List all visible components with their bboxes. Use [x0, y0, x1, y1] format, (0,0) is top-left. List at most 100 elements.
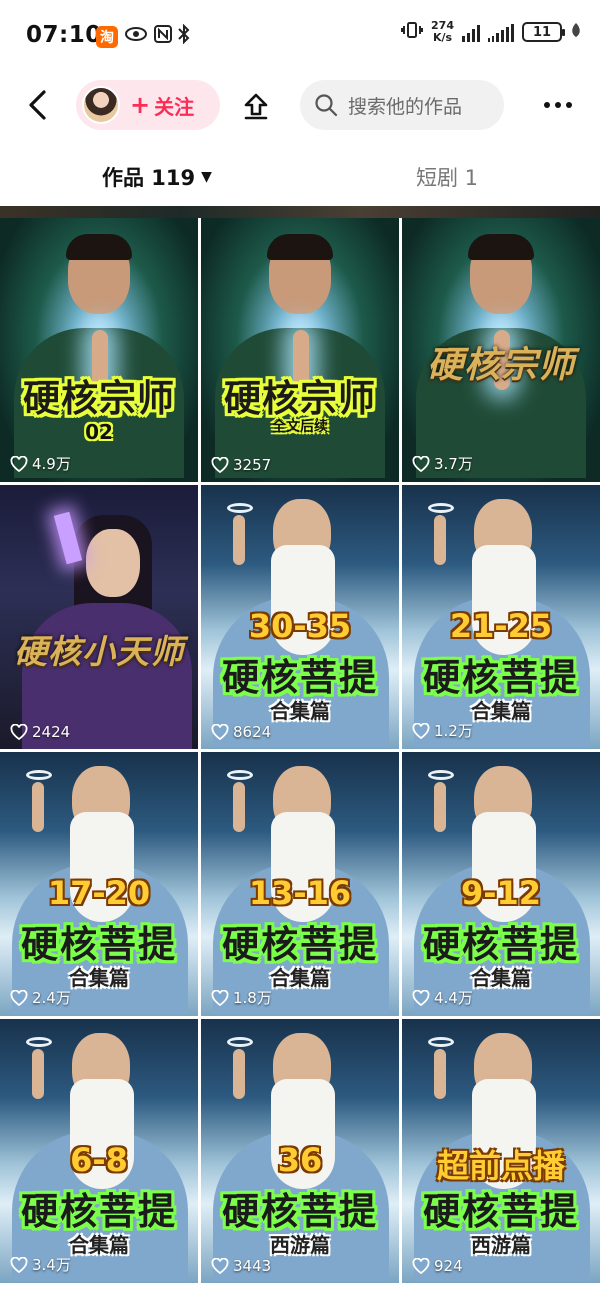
cover-subtitle: 全文后续 — [272, 419, 328, 435]
like-count-value: 3443 — [233, 1257, 272, 1275]
like-count-value: 1.2万 — [434, 722, 473, 740]
video-tile[interactable]: 硬核小天师 2424 — [0, 485, 198, 749]
episode-range-label: 13-16 — [248, 874, 352, 912]
like-count: 4.9万 — [10, 453, 71, 474]
like-count-value: 2424 — [32, 723, 71, 741]
like-count-value: 3.7万 — [434, 455, 473, 473]
like-count-value: 4.4万 — [434, 989, 473, 1007]
share-button[interactable] — [236, 86, 276, 126]
more-options-button[interactable] — [536, 88, 580, 122]
video-tile[interactable]: 硬核宗师 3.7万 — [402, 218, 600, 482]
like-count-value: 8624 — [233, 723, 272, 741]
video-tile[interactable]: 36 硬核菩提 西游篇 3443 — [201, 1019, 399, 1283]
like-count-value: 3.4万 — [32, 1256, 71, 1274]
thumbnail-image — [0, 485, 198, 749]
like-count: 3.4万 — [10, 1254, 71, 1275]
cover-title: 硬核宗师 — [426, 345, 575, 386]
like-count: 3443 — [211, 1257, 271, 1275]
dot-icon — [544, 102, 550, 108]
episode-range-label: 21-25 — [449, 607, 553, 645]
video-tile[interactable]: 超前点播 硬核菩提 西游篇 924 — [402, 1019, 600, 1283]
heart-icon — [10, 1256, 28, 1273]
video-tile[interactable]: 30-35 硬核菩提 合集篇 8624 — [201, 485, 399, 749]
cover-title: 硬核菩提 — [423, 923, 579, 966]
content-tabs: 作品 119 ▼ 短剧 1 — [0, 140, 600, 206]
cover-title: 硬核菩提 — [21, 923, 177, 966]
heart-icon — [10, 724, 28, 740]
nav-bar: + 关注 搜索他的作品 — [0, 70, 600, 140]
status-right-icons: 274 K/s 11 — [401, 20, 582, 44]
heart-icon — [412, 1258, 430, 1274]
status-bar: 07:10 淘 274 K/s 11 — [0, 0, 600, 70]
video-tile[interactable]: 13-16 硬核菩提 合集篇 1.8万 — [201, 752, 399, 1016]
heart-icon — [211, 989, 229, 1006]
cover-subtitle: 西游篇 — [270, 1233, 330, 1257]
like-count-value: 2.4万 — [32, 989, 71, 1007]
status-left-icons: 淘 — [96, 23, 190, 50]
avatar[interactable] — [82, 86, 120, 124]
net-speed: 274 K/s — [431, 20, 454, 44]
video-tile[interactable]: 17-20 硬核菩提 合集篇 2.4万 — [0, 752, 198, 1016]
signal-icon — [462, 22, 480, 42]
tab-works-label: 作品 119 — [102, 166, 196, 190]
like-count: 3.7万 — [412, 453, 473, 474]
thumbnail-image — [201, 218, 399, 482]
search-placeholder: 搜索他的作品 — [348, 95, 463, 118]
follow-label: 关注 — [154, 94, 195, 119]
cover-title: 硬核菩提 — [423, 656, 579, 699]
like-count: 8624 — [211, 723, 271, 741]
like-count-value: 924 — [434, 1257, 463, 1275]
eye-icon — [124, 26, 148, 48]
video-tile[interactable]: 21-25 硬核菩提 合集篇 1.2万 — [402, 485, 600, 749]
heart-icon — [211, 724, 229, 740]
status-time: 07:10 — [26, 22, 102, 48]
back-arrow-icon — [29, 90, 46, 120]
bluetooth-icon — [178, 23, 190, 50]
episode-range-label: 17-20 — [47, 874, 151, 912]
dot-icon — [555, 102, 561, 108]
cover-subtitle: 02 — [85, 420, 113, 444]
follow-button[interactable]: + 关注 — [76, 80, 220, 130]
video-tile[interactable]: 硬核宗师 全文后续 3257 — [201, 218, 399, 482]
cover-subtitle: 合集篇 — [270, 699, 330, 723]
cover-title: 硬核宗师 — [224, 377, 376, 420]
heart-icon — [211, 1258, 229, 1274]
episode-range-label: 9-12 — [460, 874, 542, 912]
video-tile[interactable]: 硬核宗师 02 4.9万 — [0, 218, 198, 482]
episode-range-label: 36 — [277, 1141, 323, 1179]
cover-title: 硬核菩提 — [222, 1190, 378, 1233]
cover-title: 硬核菩提 — [222, 656, 378, 699]
follow-label-wrap: + 关注 — [130, 91, 194, 120]
like-count: 2424 — [10, 723, 70, 741]
episode-range-label: 30-35 — [248, 607, 352, 645]
cover-title: 硬核菩提 — [21, 1190, 177, 1233]
like-count: 1.2万 — [412, 720, 473, 741]
share-icon — [244, 93, 268, 120]
tab-shorts-label: 短剧 1 — [416, 166, 479, 190]
heart-icon — [412, 455, 430, 472]
tab-shorts[interactable]: 短剧 1 — [416, 162, 478, 192]
like-count-value: 3257 — [233, 456, 272, 474]
signal-icon-2 — [488, 22, 514, 42]
like-count: 3257 — [211, 456, 271, 474]
heart-icon — [412, 722, 430, 739]
episode-range-label: 6-8 — [70, 1141, 128, 1179]
cover-title: 硬核宗师 — [23, 377, 175, 420]
battery-icon: 11 — [522, 22, 565, 42]
caret-down-icon: ▼ — [201, 169, 212, 185]
tab-works[interactable]: 作品 119 ▼ — [102, 162, 212, 192]
leaf-icon — [570, 22, 582, 42]
previous-row-strip — [0, 206, 600, 218]
video-tile[interactable]: 9-12 硬核菩提 合集篇 4.4万 — [402, 752, 600, 1016]
heart-icon — [412, 989, 430, 1006]
plus-icon: + — [130, 91, 151, 119]
cover-title: 硬核小天师 — [14, 632, 184, 671]
search-input[interactable]: 搜索他的作品 — [300, 80, 504, 130]
back-button[interactable] — [18, 83, 58, 127]
vibrate-icon — [401, 21, 424, 44]
cover-title: 硬核菩提 — [222, 923, 378, 966]
cover-subtitle: 西游篇 — [471, 1233, 531, 1257]
video-tile[interactable]: 6-8 硬核菩提 合集篇 3.4万 — [0, 1019, 198, 1283]
like-count: 924 — [412, 1257, 463, 1275]
taobao-icon: 淘 — [96, 26, 118, 48]
